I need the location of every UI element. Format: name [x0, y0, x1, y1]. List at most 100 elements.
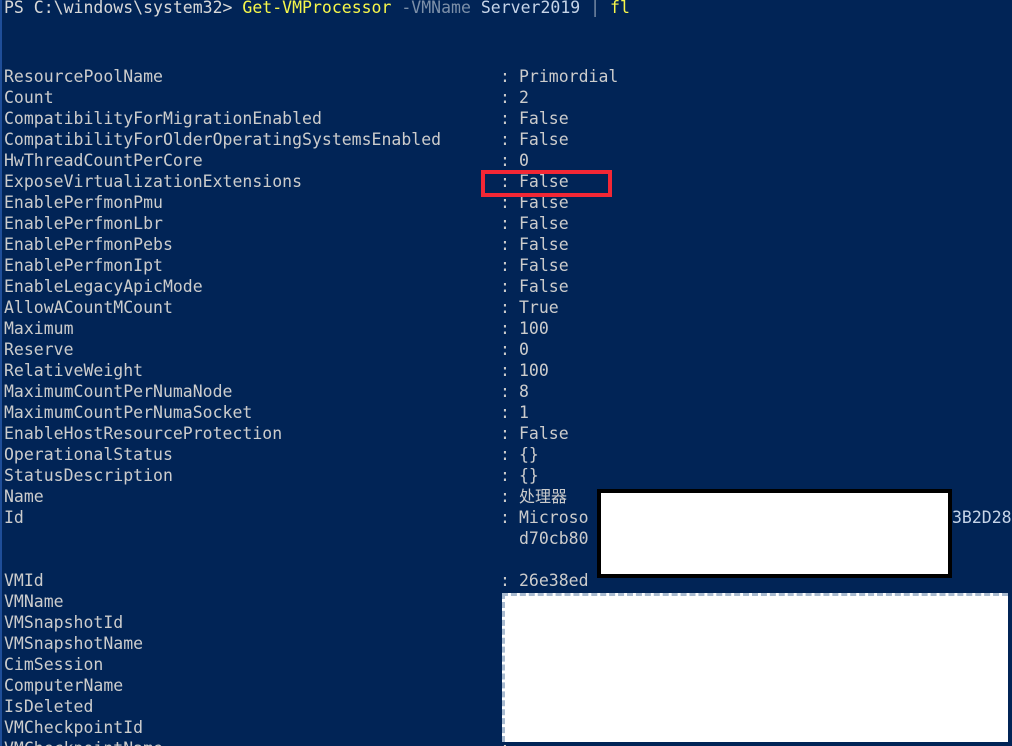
property-key: EnablePerfmonPebs [4, 235, 173, 254]
powershell-console-window[interactable]: PS C:\windows\system32> Get-VMProcessor … [0, 0, 1012, 746]
property-row: EnablePerfmonPmu: False [4, 192, 1012, 213]
property-value: Primordial [519, 67, 619, 86]
prompt-path: PS C:\windows\system32> [4, 0, 243, 17]
property-separator: : [500, 319, 510, 338]
property-row: EnableHostResourceProtection: False [4, 423, 1012, 444]
id-trailing-fragment: 3B2D28 [952, 508, 1012, 527]
property-value: False [519, 172, 569, 191]
property-key: Name [4, 487, 44, 506]
property-value: False [519, 214, 569, 233]
redaction-box-id-value [597, 489, 952, 578]
property-value: False [519, 424, 569, 443]
property-row: AllowACountMCount: True [4, 297, 1012, 318]
property-separator: : [500, 214, 510, 233]
property-value: False [519, 130, 569, 149]
property-separator: : [500, 151, 510, 170]
property-row: MaximumCountPerNumaNode:8 [4, 381, 1012, 402]
property-separator: : [500, 298, 510, 317]
property-separator: : [500, 571, 510, 590]
property-row: MaximumCountPerNumaSocket:1 [4, 402, 1012, 423]
property-separator: : [500, 67, 510, 86]
property-key: RelativeWeight [4, 361, 144, 380]
property-separator: : [500, 403, 510, 422]
property-key: VMName [4, 592, 64, 611]
property-separator: : [500, 445, 510, 464]
property-value: 100 [519, 361, 549, 380]
property-value: 100 [519, 319, 549, 338]
property-row: EnableLegacyApicMode: False [4, 276, 1012, 297]
property-row: CompatibilityForMigrationEnabled: False [4, 108, 1012, 129]
property-key: Count [4, 88, 54, 107]
property-separator: : [500, 256, 510, 275]
property-value: 8 [519, 382, 529, 401]
property-key: ExposeVirtualizationExtensions [4, 172, 303, 191]
property-key: EnableLegacyApicMode [4, 277, 203, 296]
property-row: RelativeWeight:100 [4, 360, 1012, 381]
property-row: OperationalStatus: {} [4, 444, 1012, 465]
property-separator: : [500, 235, 510, 254]
property-row: CompatibilityForOlderOperatingSystemsEna… [4, 129, 1012, 150]
command-parameter: -VMName [391, 0, 471, 17]
property-value: 处理器 [519, 487, 568, 506]
property-value: False [519, 193, 569, 212]
property-separator: : [500, 361, 510, 380]
property-key: MaximumCountPerNumaSocket [4, 403, 253, 422]
property-value: False [519, 235, 569, 254]
property-row: EnablePerfmonIpt: False [4, 255, 1012, 276]
property-key: EnablePerfmonLbr [4, 214, 163, 233]
property-key: CompatibilityForMigrationEnabled [4, 109, 322, 128]
property-row: Count:2 [4, 87, 1012, 108]
property-separator: : [500, 130, 510, 149]
property-key: CimSession [4, 655, 104, 674]
property-key: IsDeleted [4, 697, 94, 716]
property-separator: : [500, 487, 510, 506]
property-row: ExposeVirtualizationExtensions: False [4, 171, 1012, 192]
property-value: True [519, 298, 559, 317]
property-value: 2 [519, 88, 529, 107]
property-key: EnablePerfmonPmu [4, 193, 163, 212]
property-value: 0 [519, 151, 529, 170]
command-prompt-line: PS C:\windows\system32> Get-VMProcessor … [4, 0, 630, 18]
property-value: d70cb80 [519, 529, 589, 548]
property-row: ResourcePoolName: Primordial [4, 66, 1012, 87]
property-separator: : [500, 172, 510, 191]
property-key: Maximum [4, 319, 74, 338]
property-separator: : [500, 340, 510, 359]
property-row: HwThreadCountPerCore:0 [4, 150, 1012, 171]
property-row: Maximum:100 [4, 318, 1012, 339]
property-key: ResourcePoolName [4, 67, 163, 86]
property-key: StatusDescription [4, 466, 173, 485]
property-key: VMSnapshotName [4, 634, 144, 653]
console-left-edge [0, 0, 2, 746]
property-separator: : [500, 277, 510, 296]
property-separator: : [500, 109, 510, 128]
property-value: False [519, 277, 569, 296]
property-row: Reserve:0 [4, 339, 1012, 360]
property-key: ComputerName [4, 676, 124, 695]
property-key: Id [4, 508, 24, 527]
property-key: VMCheckpointId [4, 718, 144, 737]
property-key: Reserve [4, 340, 74, 359]
property-separator: : [500, 424, 510, 443]
property-key: VMCheckpointName [4, 738, 163, 746]
property-key: MaximumCountPerNumaNode [4, 382, 233, 401]
property-key: EnableHostResourceProtection [4, 424, 283, 443]
property-key: EnablePerfmonIpt [4, 256, 163, 275]
property-separator: : [500, 466, 510, 485]
command-argument: Server2019 [470, 0, 581, 17]
pipe-operator: | [580, 0, 611, 17]
property-separator: : [500, 382, 510, 401]
property-key: VMId [4, 571, 44, 590]
property-value: False [519, 256, 569, 275]
property-separator: : [500, 508, 510, 527]
property-key: AllowACountMCount [4, 298, 173, 317]
property-value: 1 [519, 403, 529, 422]
property-key: HwThreadCountPerCore [4, 151, 203, 170]
property-key: CompatibilityForOlderOperatingSystemsEna… [4, 130, 442, 149]
property-value: {} [519, 445, 539, 464]
property-separator: : [500, 193, 510, 212]
property-value: 0 [519, 340, 529, 359]
property-value: {} [519, 466, 539, 485]
property-row: EnablePerfmonPebs: False [4, 234, 1012, 255]
command-name: Get-VMProcessor [242, 0, 392, 17]
